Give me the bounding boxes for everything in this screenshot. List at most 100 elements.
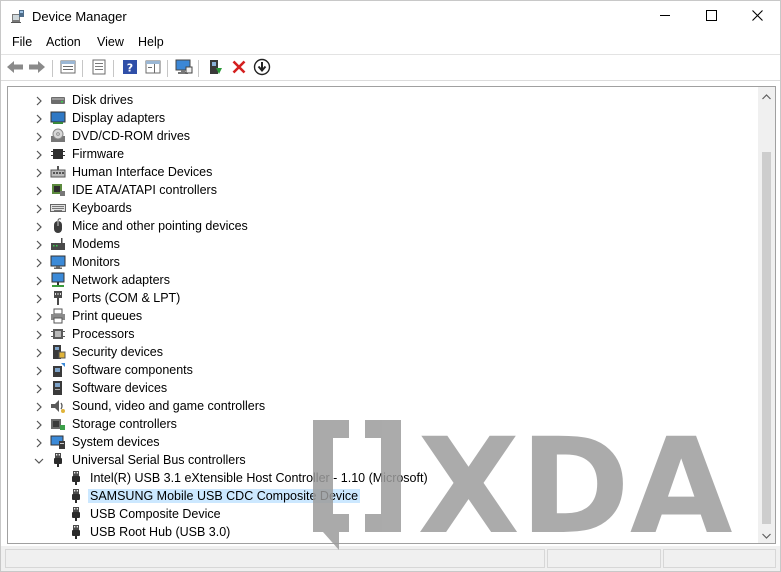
show-hidden-icon xyxy=(91,59,107,78)
tree-item-label: Software components xyxy=(72,363,193,377)
tree-child-usb-composite-device[interactable]: USB Composite Device xyxy=(8,505,760,523)
tree-category-software-devices[interactable]: Software devices xyxy=(8,379,760,397)
chevron-right-icon[interactable] xyxy=(34,347,44,358)
chevron-right-icon[interactable] xyxy=(34,221,44,232)
chevron-right-icon[interactable] xyxy=(34,419,44,430)
scroll-down-button[interactable] xyxy=(758,526,775,543)
system-device-icon xyxy=(50,434,66,450)
minimize-button[interactable] xyxy=(642,1,688,32)
forward-button[interactable] xyxy=(27,58,47,78)
tree-category-mice-and-other-pointing-devices[interactable]: Mice and other pointing devices xyxy=(8,217,760,235)
tree-category-print-queues[interactable]: Print queues xyxy=(8,307,760,325)
chevron-right-icon[interactable] xyxy=(34,167,44,178)
sound-icon xyxy=(50,398,66,414)
tree-category-storage-controllers[interactable]: Storage controllers xyxy=(8,415,760,433)
menu-view[interactable]: View xyxy=(95,35,126,49)
tree-category-sound-video-and-game-controllers[interactable]: Sound, video and game controllers xyxy=(8,397,760,415)
tree-category-display-adapters[interactable]: Display adapters xyxy=(8,109,760,127)
tree-child-intel-r-usb-3-1-extensible-host-controller-1-10-microsoft[interactable]: Intel(R) USB 3.1 eXtensible Host Control… xyxy=(8,469,760,487)
tree-category-ports-com-lpt[interactable]: Ports (COM & LPT) xyxy=(8,289,760,307)
chevron-right-icon[interactable] xyxy=(34,203,44,214)
chevron-right-icon[interactable] xyxy=(34,95,44,106)
menu-file[interactable]: File xyxy=(10,35,34,49)
svg-text:?: ? xyxy=(127,61,133,74)
title-bar[interactable]: Device Manager xyxy=(1,1,780,32)
close-icon xyxy=(751,9,763,24)
tree-category-firmware[interactable]: Firmware xyxy=(8,145,760,163)
properties-button[interactable] xyxy=(58,58,78,78)
scrollbar-thumb[interactable] xyxy=(762,152,771,524)
tree-item-label: Firmware xyxy=(72,147,125,161)
chevron-right-icon[interactable] xyxy=(34,131,44,142)
maximize-icon xyxy=(705,9,717,24)
monitor-icon xyxy=(50,254,66,270)
tree-category-monitors[interactable]: Monitors xyxy=(8,253,760,271)
tree-item-label: System devices xyxy=(72,435,160,449)
help-button[interactable]: ? xyxy=(120,58,140,78)
menu-action[interactable]: Action xyxy=(44,35,83,49)
usb-icon xyxy=(68,488,84,504)
chevron-down-icon[interactable] xyxy=(34,455,44,465)
scroll-up-button[interactable] xyxy=(758,87,775,104)
enable-device-button[interactable] xyxy=(252,58,272,78)
tree-item-label: Print queues xyxy=(72,309,143,323)
maximize-button[interactable] xyxy=(688,1,734,32)
chevron-right-icon[interactable] xyxy=(34,239,44,250)
window-title: Device Manager xyxy=(32,9,127,24)
tree-item-label: Monitors xyxy=(72,255,120,269)
chevron-right-icon[interactable] xyxy=(34,149,44,160)
chevron-right-icon[interactable] xyxy=(34,185,44,196)
chevron-right-icon[interactable] xyxy=(34,275,44,286)
ide-controller-icon xyxy=(50,182,66,198)
update-driver-icon xyxy=(207,59,223,78)
menu-bar: File Action View Help xyxy=(1,32,780,54)
disk-drive-icon xyxy=(50,92,66,108)
mouse-icon xyxy=(50,218,66,234)
tree-child-samsung-mobile-usb-cdc-composite-device[interactable]: SAMSUNG Mobile USB CDC Composite Device xyxy=(8,487,760,505)
menu-help[interactable]: Help xyxy=(136,35,166,49)
chevron-right-icon[interactable] xyxy=(34,365,44,376)
action-pane-button[interactable] xyxy=(143,58,163,78)
chevron-right-icon[interactable] xyxy=(34,311,44,322)
hid-icon xyxy=(50,164,66,180)
tree-category-modems[interactable]: Modems xyxy=(8,235,760,253)
tree-category-ide-ata-atapi-controllers[interactable]: IDE ATA/ATAPI controllers xyxy=(8,181,760,199)
tree-item-label: SAMSUNG Mobile USB CDC Composite Device xyxy=(88,489,361,503)
tree-category-system-devices[interactable]: System devices xyxy=(8,433,760,451)
tree-category-human-interface-devices[interactable]: Human Interface Devices xyxy=(8,163,760,181)
software-device-icon xyxy=(50,380,66,396)
tree-category-keyboards[interactable]: Keyboards xyxy=(8,199,760,217)
uninstall-device-button[interactable] xyxy=(229,58,249,78)
device-tree[interactable]: Disk drives Display adapters DVD/CD-ROM dr… xyxy=(7,86,776,544)
chevron-right-icon[interactable] xyxy=(34,113,44,124)
vertical-scrollbar[interactable] xyxy=(758,87,775,543)
chevron-right-icon[interactable] xyxy=(34,437,44,448)
chevron-right-icon[interactable] xyxy=(34,401,44,412)
chevron-right-icon[interactable] xyxy=(34,257,44,268)
show-hidden-button[interactable] xyxy=(89,58,109,78)
enable-device-icon xyxy=(253,58,271,79)
firmware-icon xyxy=(50,146,66,162)
update-driver-button[interactable] xyxy=(205,58,225,78)
tree-item-label: Sound, video and game controllers xyxy=(72,399,266,413)
software-component-icon xyxy=(50,362,66,378)
keyboard-icon xyxy=(50,200,66,216)
tree-category-network-adapters[interactable]: Network adapters xyxy=(8,271,760,289)
scan-hardware-button[interactable] xyxy=(174,58,194,78)
toolbar-separator xyxy=(82,60,83,77)
tree-category-processors[interactable]: Processors xyxy=(8,325,760,343)
properties-icon xyxy=(60,59,76,78)
tree-category-universal-serial-bus-controllers[interactable]: Universal Serial Bus controllers xyxy=(8,451,760,469)
tree-category-security-devices[interactable]: Security devices xyxy=(8,343,760,361)
back-arrow-icon xyxy=(6,60,24,77)
tree-item-label: Intel(R) USB 3.1 eXtensible Host Control… xyxy=(90,471,428,485)
chevron-right-icon[interactable] xyxy=(34,293,44,304)
chevron-right-icon[interactable] xyxy=(34,383,44,394)
close-button[interactable] xyxy=(734,1,780,32)
tree-child-usb-root-hub-usb-3-0[interactable]: USB Root Hub (USB 3.0) xyxy=(8,523,760,541)
tree-category-disk-drives[interactable]: Disk drives xyxy=(8,91,760,109)
tree-category-software-components[interactable]: Software components xyxy=(8,361,760,379)
tree-category-dvd-cd-rom-drives[interactable]: DVD/CD-ROM drives xyxy=(8,127,760,145)
back-button[interactable] xyxy=(5,58,25,78)
chevron-right-icon[interactable] xyxy=(34,329,44,340)
